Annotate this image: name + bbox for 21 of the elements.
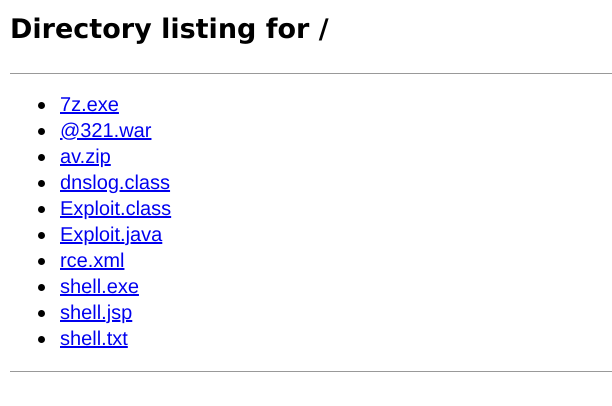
bullet-icon [38, 180, 45, 187]
file-link[interactable]: shell.exe [60, 276, 139, 299]
bullet-icon [38, 128, 45, 135]
bullet-icon [38, 102, 45, 109]
file-link[interactable]: Exploit.java [60, 224, 162, 247]
bullet-icon [38, 310, 45, 317]
file-link[interactable]: shell.txt [60, 328, 128, 351]
file-link[interactable]: @321.war [60, 120, 152, 143]
file-link[interactable]: shell.jsp [60, 302, 132, 325]
file-link[interactable]: Exploit.class [60, 198, 172, 221]
file-link[interactable]: 7z.exe [60, 94, 119, 117]
file-link[interactable]: av.zip [60, 146, 111, 169]
file-link[interactable]: dnslog.class [60, 172, 170, 195]
bullet-icon [38, 258, 45, 265]
bullet-icon [38, 336, 45, 343]
file-link[interactable]: rce.xml [60, 250, 124, 273]
bullet-icon [38, 206, 45, 213]
bullet-icon [38, 154, 45, 161]
page-heading: Directory listing for / [10, 13, 329, 47]
bullet-icon [38, 232, 45, 239]
bullet-icon [38, 284, 45, 291]
